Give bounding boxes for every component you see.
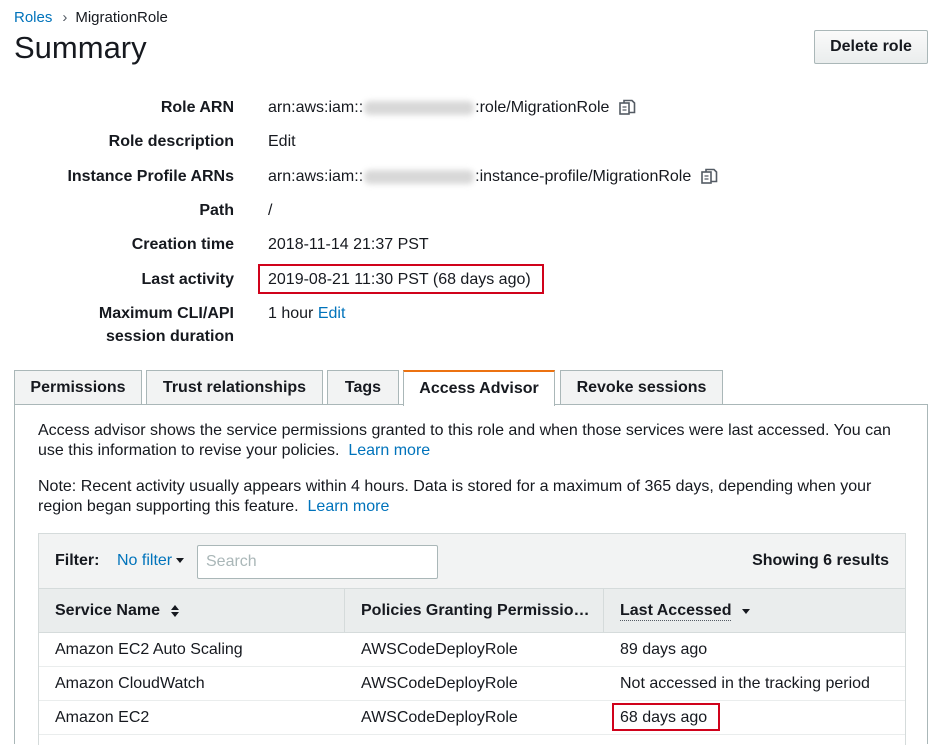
breadcrumb-separator-icon: › [62, 9, 68, 26]
breadcrumb-current: MigrationRole [75, 9, 168, 26]
column-header-last-accessed[interactable]: Last Accessed [604, 589, 904, 633]
max-session-label-line2: session duration [105, 328, 234, 345]
filter-dropdown-value: No filter [117, 552, 173, 569]
role-arn-value: arn:aws:iam:::role/MigrationRole [268, 96, 637, 119]
tab-tags[interactable]: Tags [327, 370, 399, 405]
tab-revoke-sessions[interactable]: Revoke sessions [560, 370, 723, 405]
table-row: Amazon CloudWatch AWSCodeDeployRole Not … [39, 667, 905, 701]
instance-profile-prefix: arn:aws:iam:: [268, 168, 364, 185]
column-header-service-name[interactable]: Service Name [39, 589, 344, 633]
services-table: Filter: No filter Showing 6 results Serv… [38, 533, 906, 745]
cell-last-accessed: 89 days ago [620, 641, 708, 658]
tab-trust-relationships[interactable]: Trust relationships [146, 370, 323, 405]
role-description-edit-link[interactable]: Edit [268, 130, 296, 153]
access-advisor-panel: Access advisor shows the service permiss… [14, 404, 928, 745]
tab-access-advisor[interactable]: Access Advisor [403, 370, 555, 406]
sort-descending-icon [742, 609, 751, 614]
creation-time-label: Creation time [131, 236, 234, 253]
instance-profile-label: Instance Profile ARNs [67, 168, 234, 185]
filter-bar: Filter: No filter Showing 6 results [39, 534, 905, 588]
max-session-label-line1: Maximum CLI/API [98, 305, 234, 322]
role-arn-label: Role ARN [160, 99, 234, 116]
column-header-label: Policies Granting Permissio… [361, 602, 590, 619]
redacted-account-id [364, 169, 475, 184]
column-header-policies[interactable]: Policies Granting Permissio… [345, 589, 603, 633]
column-header-label: Last Accessed [620, 601, 732, 621]
advisor-note-text: Note: Recent activity usually appears wi… [38, 478, 872, 515]
role-description-label: Role description [108, 133, 234, 150]
delete-role-button[interactable]: Delete role [814, 30, 928, 64]
learn-more-link[interactable]: Learn more [308, 498, 390, 515]
caret-down-icon [176, 558, 185, 564]
page-title: Summary [14, 30, 147, 65]
breadcrumb: Roles › MigrationRole [14, 9, 168, 26]
tab-permissions[interactable]: Permissions [14, 370, 142, 405]
table-row: Amazon EC2 Auto Scaling AWSCodeDeployRol… [39, 633, 905, 667]
sort-icon [170, 605, 179, 617]
filter-dropdown[interactable]: No filter [117, 552, 185, 570]
path-value: / [268, 202, 273, 219]
table-header: Service Name Policies Granting Permissio… [39, 588, 905, 633]
table-row: Amazon EC2 AWSCodeDeployRole 68 days ago [39, 701, 905, 735]
advisor-note: Note: Recent activity usually appears wi… [38, 477, 898, 517]
cell-last-accessed: Not accessed in the tracking period [620, 675, 870, 692]
creation-time-value: 2018-11-14 21:37 PST [268, 236, 429, 253]
instance-profile-value: arn:aws:iam:::instance-profile/Migration… [268, 165, 719, 188]
search-input[interactable] [197, 545, 438, 579]
advisor-intro: Access advisor shows the service permiss… [38, 421, 898, 461]
copy-icon[interactable] [699, 167, 719, 187]
role-arn-suffix: :role/MigrationRole [475, 99, 610, 116]
instance-profile-suffix: :instance-profile/MigrationRole [475, 168, 692, 185]
copy-icon[interactable] [617, 98, 637, 118]
role-arn-prefix: arn:aws:iam:: [268, 99, 364, 116]
cell-policy-link[interactable]: AWSCodeDeployRole [361, 701, 518, 735]
max-session-edit-link[interactable]: Edit [318, 305, 346, 322]
path-label: Path [199, 202, 234, 219]
learn-more-link[interactable]: Learn more [348, 442, 430, 459]
cell-last-accessed: 68 days ago [620, 709, 708, 726]
last-activity-value: 2019-08-21 11:30 PST (68 days ago) [268, 271, 531, 288]
breadcrumb-roles-link[interactable]: Roles [14, 9, 52, 26]
cell-service-name: Amazon CloudWatch [55, 675, 205, 692]
max-session-value: 1 hour Edit [268, 302, 345, 325]
column-header-label: Service Name [55, 602, 160, 619]
max-session-label: Maximum CLI/API session duration [99, 302, 234, 348]
redacted-account-id [364, 100, 475, 115]
cell-policy-link[interactable]: AWSCodeDeployRole [361, 667, 518, 701]
cell-service-name: Amazon EC2 [55, 709, 150, 726]
filter-label: Filter: [55, 552, 100, 569]
results-count: Showing 6 results [752, 552, 889, 569]
last-activity-label: Last activity [141, 271, 234, 288]
advisor-intro-text: Access advisor shows the service permiss… [38, 422, 891, 459]
cell-policy-link[interactable]: AWSCodeDeployRole [361, 633, 518, 667]
cell-service-name: Amazon EC2 Auto Scaling [55, 641, 243, 658]
max-session-duration: 1 hour [268, 305, 314, 322]
